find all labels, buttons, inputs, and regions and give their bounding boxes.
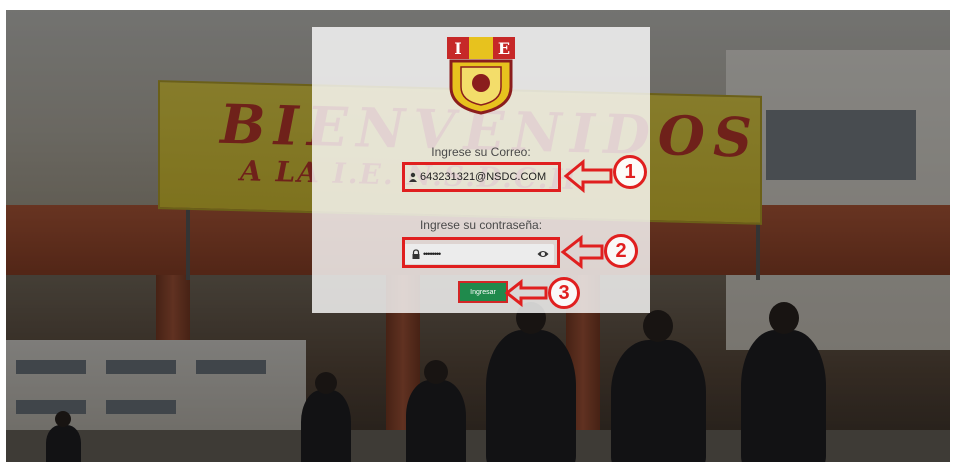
- step-2-badge: 2: [604, 234, 638, 268]
- step-3-badge: 3: [548, 277, 580, 309]
- annotation-arrows: [504, 158, 613, 308]
- step-1-badge: 1: [613, 155, 647, 189]
